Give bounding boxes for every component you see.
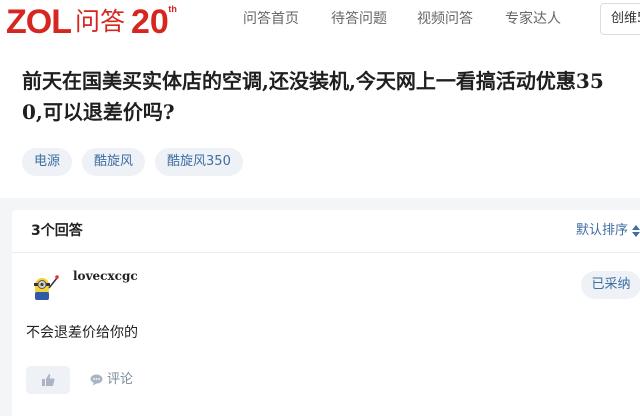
like-button[interactable] [26, 366, 70, 394]
question-block: 前天在国美买实体店的空调,还没装机,今天网上一看搞活动优惠350,可以退差价吗?… [0, 46, 640, 198]
answer-count: 3个回答 [31, 223, 83, 239]
divider [12, 252, 640, 253]
tag-item[interactable]: 酷旋风 [82, 148, 146, 176]
minion-avatar-icon [34, 275, 59, 300]
adopted-badge: 已采纳 [581, 271, 640, 299]
logo-product: 问答 [74, 7, 125, 36]
logo-brand: ZOL [6, 3, 72, 41]
sort-arrows-icon [632, 225, 640, 237]
sort-dropdown[interactable]: 默认排序 [576, 222, 640, 240]
tag-item[interactable]: 电源 [22, 148, 73, 176]
avatar[interactable] [28, 272, 60, 304]
comment-button[interactable]: 评论 [90, 371, 133, 389]
logo-anniversary-number: 20 [131, 3, 169, 41]
tag-list: 电源 酷旋风 酷旋风350 [22, 148, 243, 176]
top-header: ZOL 问答 20th 问答首页 待答问题 视频问答 专家达人 创维5 [0, 0, 640, 46]
site-logo[interactable]: ZOL 问答 20th [6, 2, 177, 42]
answer-text: 不会退差价给你的 [26, 325, 138, 341]
answers-card: 3个回答 默认排序 lovecxcgc 已采纳 不会退差价给你的 评论 [12, 210, 640, 416]
logo-anniversary-suffix: th [168, 4, 177, 14]
thumbs-up-icon [42, 374, 55, 386]
logo-anniversary: 20th [131, 2, 177, 42]
tag-item[interactable]: 酷旋风350 [155, 148, 243, 176]
answer-username[interactable]: lovecxcgc [73, 269, 138, 283]
nav-home[interactable]: 问答首页 [243, 10, 299, 28]
question-title: 前天在国美买实体店的空调,还没装机,今天网上一看搞活动优惠350,可以退差价吗? [22, 69, 604, 124]
sort-label: 默认排序 [576, 223, 629, 238]
nav-experts[interactable]: 专家达人 [505, 10, 561, 28]
comment-bubble-icon [90, 374, 103, 386]
nav-video-qa[interactable]: 视频问答 [417, 10, 473, 28]
create-button[interactable]: 创维5 [600, 3, 640, 35]
comment-label: 评论 [107, 372, 134, 387]
nav-pending-questions[interactable]: 待答问题 [331, 10, 387, 28]
